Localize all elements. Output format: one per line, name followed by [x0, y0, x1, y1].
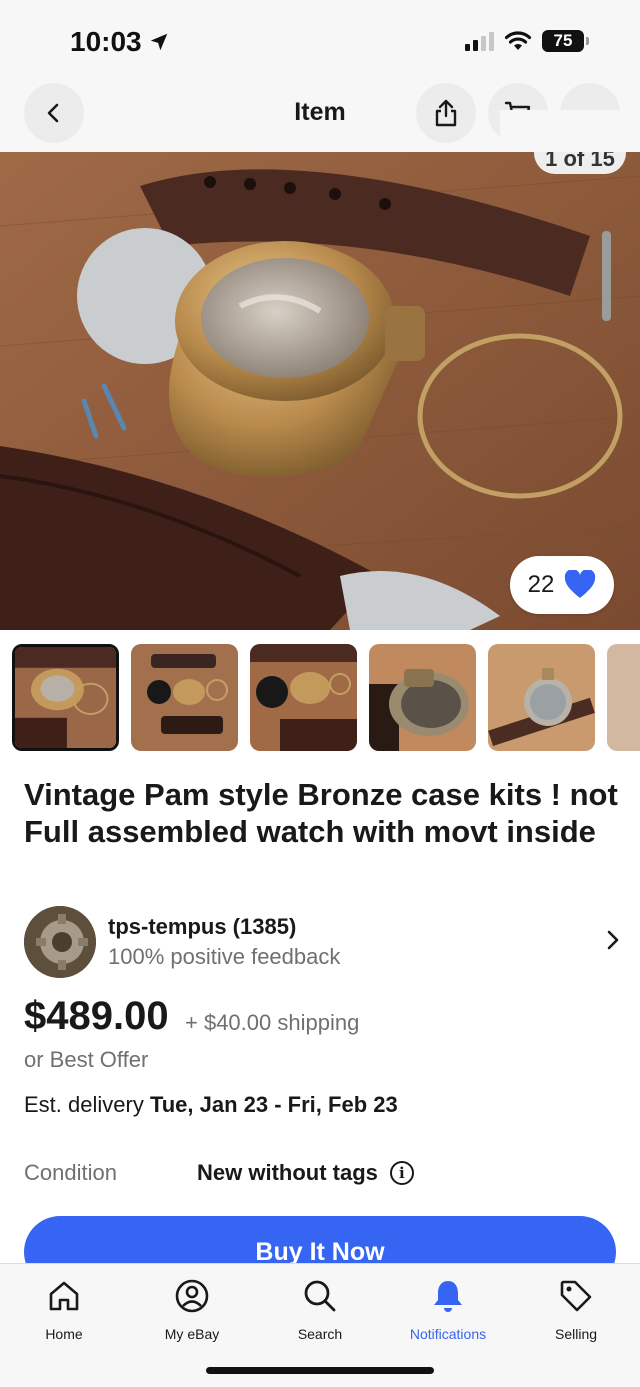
- condition-value: New without tags: [197, 1160, 378, 1185]
- share-icon: [435, 99, 457, 127]
- estimated-delivery: Est. delivery Tue, Jan 23 - Fri, Feb 23: [24, 1092, 398, 1118]
- thumbnail-3[interactable]: [250, 644, 357, 751]
- thumbnail-6[interactable]: [607, 644, 640, 751]
- wifi-icon: [504, 31, 532, 50]
- tab-label-my-ebay: My eBay: [164, 1326, 220, 1342]
- tab-label-selling: Selling: [554, 1326, 598, 1342]
- delivery-dates: Tue, Jan 23 - Fri, Feb 23: [149, 1092, 398, 1117]
- header-mask: [500, 110, 640, 146]
- home-indicator: [206, 1367, 434, 1374]
- search-icon: [304, 1280, 336, 1312]
- delivery-label: Est. delivery: [24, 1092, 150, 1117]
- tab-notifications[interactable]: Notifications: [388, 1274, 508, 1342]
- listing-title: Vintage Pam style Bronze case kits ! not…: [24, 777, 618, 849]
- thumbnail-5[interactable]: [488, 644, 595, 751]
- seller-feedback: 100% positive feedback: [108, 944, 341, 969]
- status-time: 10:03: [70, 26, 170, 58]
- thumbnail-4[interactable]: [369, 644, 476, 751]
- tab-my-ebay[interactable]: My eBay: [132, 1274, 252, 1342]
- status-bar: 10:03 75: [0, 0, 640, 80]
- chevron-right-icon: [607, 930, 619, 950]
- home-icon: [49, 1281, 79, 1311]
- price: $489.00: [24, 994, 169, 1038]
- bell-icon: [434, 1281, 462, 1312]
- tag-icon: [560, 1280, 592, 1312]
- shipping-cost: + $40.00 shipping: [185, 1010, 360, 1035]
- tab-selling[interactable]: Selling: [516, 1274, 636, 1342]
- tab-label-search: Search: [297, 1326, 343, 1342]
- location-arrow-icon: [150, 33, 167, 51]
- seller-row[interactable]: tps-tempus (1385) 100% positive feedback: [24, 906, 624, 978]
- tab-search[interactable]: Search: [260, 1274, 380, 1342]
- cellular-signal-icon: [465, 31, 494, 51]
- thumbnail-2[interactable]: [131, 644, 238, 751]
- share-button[interactable]: [416, 83, 476, 143]
- best-offer-text: or Best Offer: [24, 1047, 149, 1072]
- seller-avatar: [24, 906, 96, 978]
- battery-icon: 75: [542, 30, 589, 52]
- thumbnail-strip: [12, 644, 640, 752]
- thumbnail-1[interactable]: [12, 644, 119, 751]
- hero-top-edge: [0, 146, 640, 152]
- tab-home[interactable]: Home: [4, 1274, 124, 1342]
- battery-level: 75: [553, 31, 573, 50]
- condition-value-row: New without tags i: [197, 1160, 414, 1186]
- tab-label-home: Home: [45, 1326, 83, 1342]
- watch-count: 22: [527, 571, 555, 598]
- condition-label: Condition: [24, 1160, 117, 1185]
- clock-text: 10:03: [70, 26, 142, 57]
- info-icon[interactable]: i: [389, 1161, 414, 1185]
- seller-name: tps-tempus (1385): [108, 914, 297, 939]
- heart-icon: [565, 570, 596, 598]
- status-indicators: 75: [465, 30, 589, 52]
- hero-image[interactable]: 22: [0, 146, 640, 630]
- watchers-button[interactable]: 22: [510, 556, 614, 614]
- user-circle-icon: [175, 1279, 209, 1313]
- tab-label-notifications: Notifications: [409, 1326, 487, 1342]
